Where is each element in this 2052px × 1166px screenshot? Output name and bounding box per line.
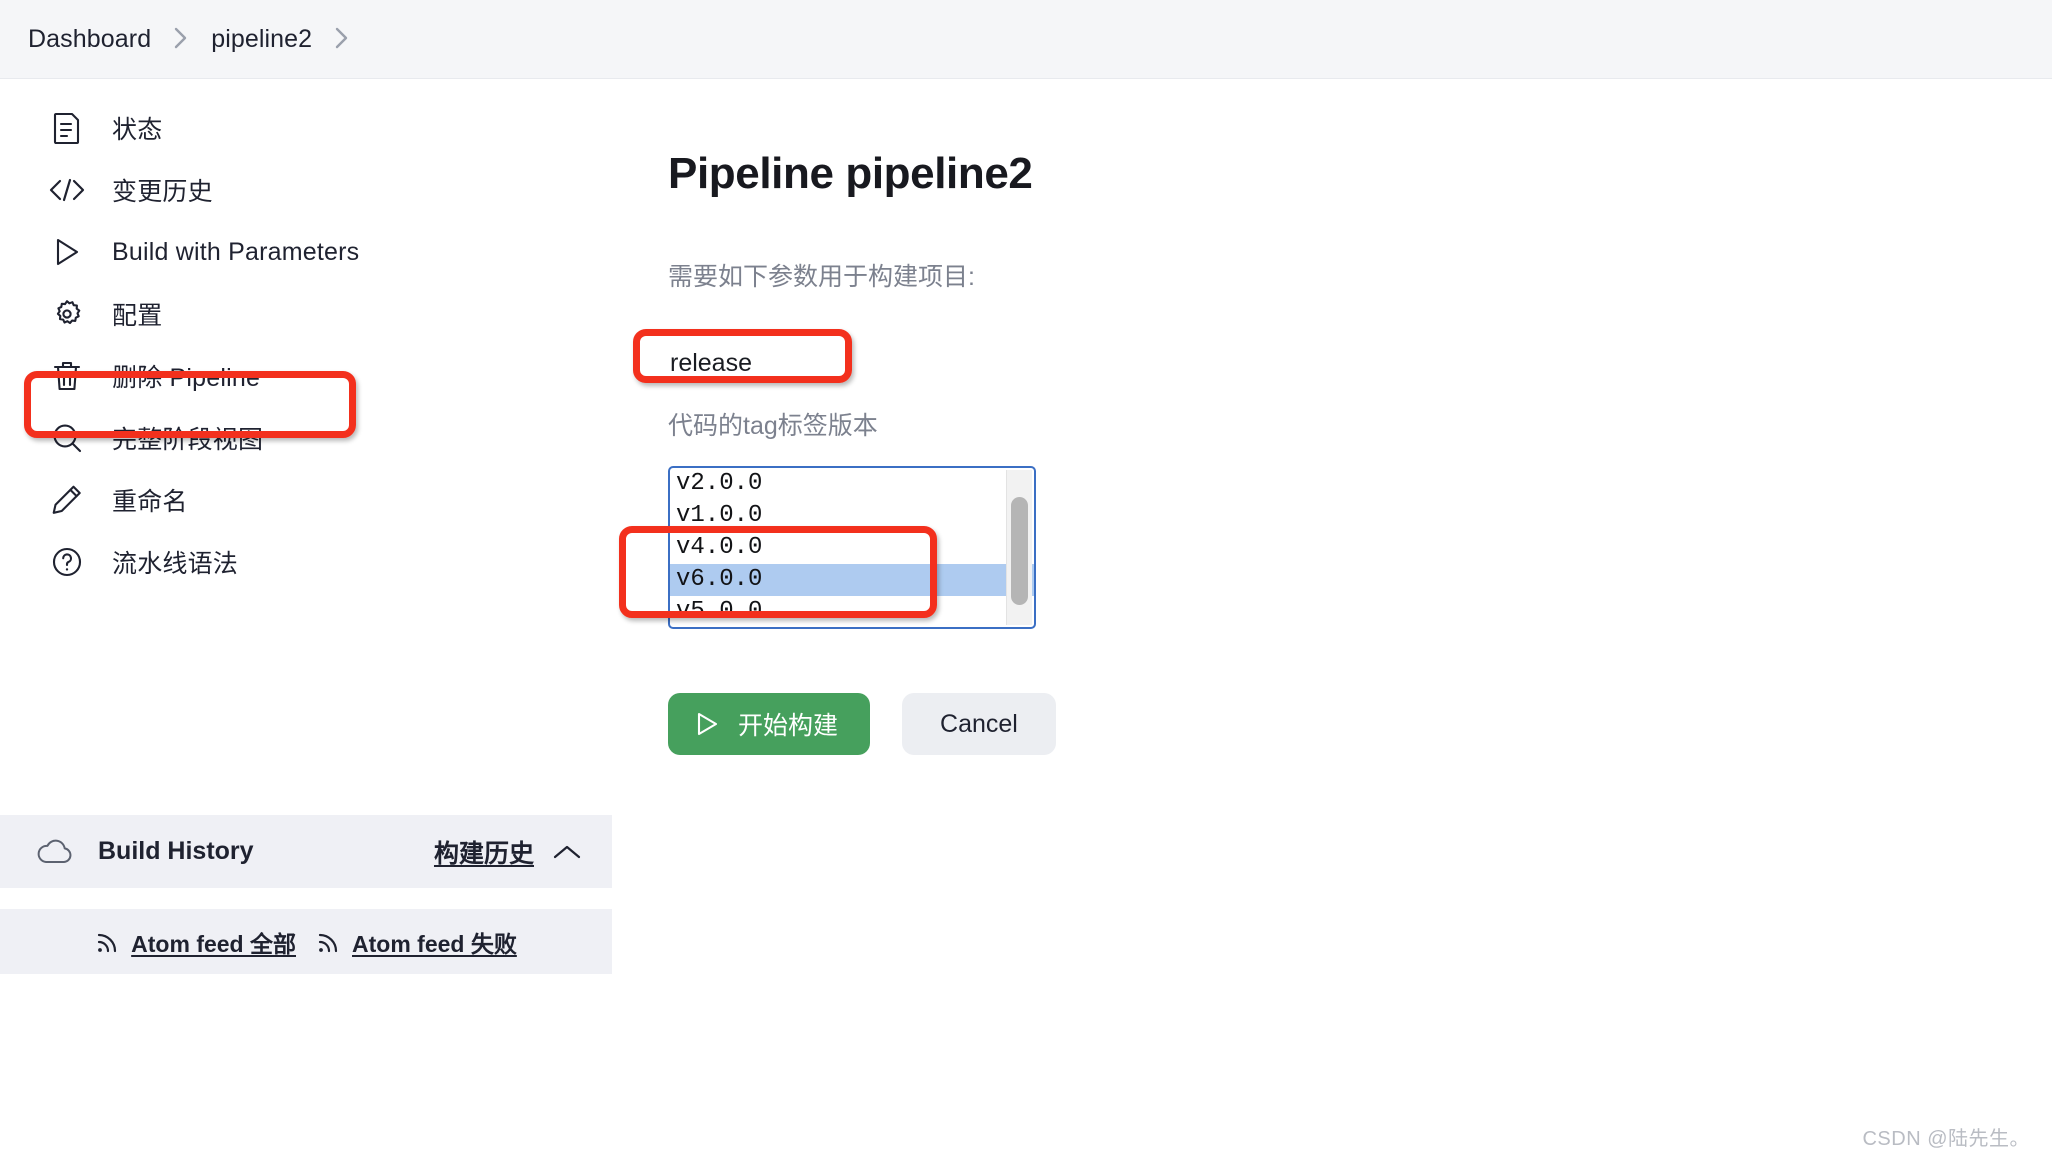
breadcrumb-item-dashboard[interactable]: Dashboard <box>28 25 151 54</box>
select-option[interactable]: v4.0.0 <box>670 532 1034 564</box>
gear-icon <box>48 295 86 333</box>
sidebar-item-configure[interactable]: 配置 <box>0 283 612 345</box>
build-now-button[interactable]: 开始构建 <box>668 693 871 755</box>
select-option[interactable]: v1.0.0 <box>670 500 1034 532</box>
document-icon <box>48 109 86 147</box>
atom-feed-all-link[interactable]: Atom feed 全部 <box>95 925 296 959</box>
parameter-name-label: release <box>670 349 752 377</box>
page-title: Pipeline pipeline2 <box>668 149 1033 198</box>
sidebar-item-label: Build with Parameters <box>112 237 360 266</box>
sidebar-item-label: 流水线语法 <box>112 550 239 578</box>
cloud-icon <box>36 833 74 871</box>
breadcrumb: Dashboard pipeline2 <box>0 0 2052 79</box>
atom-feed-failed-link[interactable]: Atom feed 失败 <box>316 925 517 959</box>
pencil-icon <box>48 481 86 519</box>
sidebar-item-pipeline-syntax[interactable]: 流水线语法 <box>0 531 612 593</box>
atom-feed-all-label: Atom feed 全部 <box>131 930 296 957</box>
play-icon-button <box>694 710 720 738</box>
chevron-right-icon <box>173 25 189 51</box>
atom-feed-bar: Atom feed 全部 Atom feed 失败 <box>0 909 612 974</box>
sidebar: 状态 变更历史 Build with Parameters 配置 删除 Pipe… <box>0 79 612 593</box>
chevron-right-icon-2 <box>334 25 350 51</box>
form-actions: 开始构建 Cancel <box>668 693 1056 755</box>
cancel-button[interactable]: Cancel <box>902 693 1056 755</box>
parameter-name-block: release <box>633 329 852 383</box>
breadcrumb-item-pipeline2[interactable]: pipeline2 <box>211 25 312 54</box>
sidebar-item-label: 状态 <box>112 116 163 144</box>
select-scrollbar-thumb[interactable] <box>1011 497 1028 605</box>
main-content: Pipeline pipeline2 需要如下参数用于构建项目: release… <box>619 79 1056 755</box>
select-option[interactable]: v5.0.0 <box>670 596 1034 627</box>
sidebar-item-changes[interactable]: 变更历史 <box>0 159 612 221</box>
rss-icon <box>95 929 121 955</box>
rss-icon-2 <box>316 929 342 955</box>
sidebar-item-label: 删除 Pipeline <box>112 364 261 392</box>
select-option-selected[interactable]: v6.0.0 <box>670 564 1034 596</box>
sidebar-item-label: 变更历史 <box>112 178 213 206</box>
play-icon <box>48 233 86 271</box>
chevron-up-icon[interactable] <box>552 843 582 861</box>
select-option[interactable]: v2.0.0 <box>670 468 1034 500</box>
watermark: CSDN @陆先生。 <box>1862 1128 2030 1150</box>
build-history-link[interactable]: 构建历史 <box>434 834 534 870</box>
search-icon <box>48 419 86 457</box>
sidebar-item-delete-pipeline[interactable]: 删除 Pipeline <box>0 345 612 407</box>
tag-select-listbox[interactable]: v2.0.0 v1.0.0 v4.0.0 v6.0.0 v5.0.0 <box>668 466 1036 629</box>
trash-icon <box>48 357 86 395</box>
build-history-header[interactable]: Build History 构建历史 <box>0 815 612 888</box>
select-scrollbar[interactable] <box>1006 470 1032 625</box>
code-icon <box>48 171 86 209</box>
sidebar-item-full-stage-view[interactable]: 完整阶段视图 <box>0 407 612 469</box>
sidebar-item-label: 完整阶段视图 <box>112 426 264 454</box>
help-circle-icon <box>48 543 86 581</box>
sidebar-item-label: 重命名 <box>112 488 188 516</box>
sidebar-item-build-with-parameters[interactable]: Build with Parameters <box>0 221 612 283</box>
build-now-label: 开始构建 <box>738 712 839 740</box>
parameters-intro-text: 需要如下参数用于构建项目: <box>668 263 975 291</box>
sidebar-item-rename[interactable]: 重命名 <box>0 469 612 531</box>
sidebar-item-status[interactable]: 状态 <box>0 97 612 159</box>
atom-feed-failed-label: Atom feed 失败 <box>352 930 517 957</box>
parameter-select-area: v2.0.0 v1.0.0 v4.0.0 v6.0.0 v5.0.0 <box>619 466 1056 629</box>
parameter-description: 代码的tag标签版本 <box>668 412 878 440</box>
sidebar-item-label: 配置 <box>112 302 163 330</box>
build-history-title: Build History <box>98 837 254 865</box>
